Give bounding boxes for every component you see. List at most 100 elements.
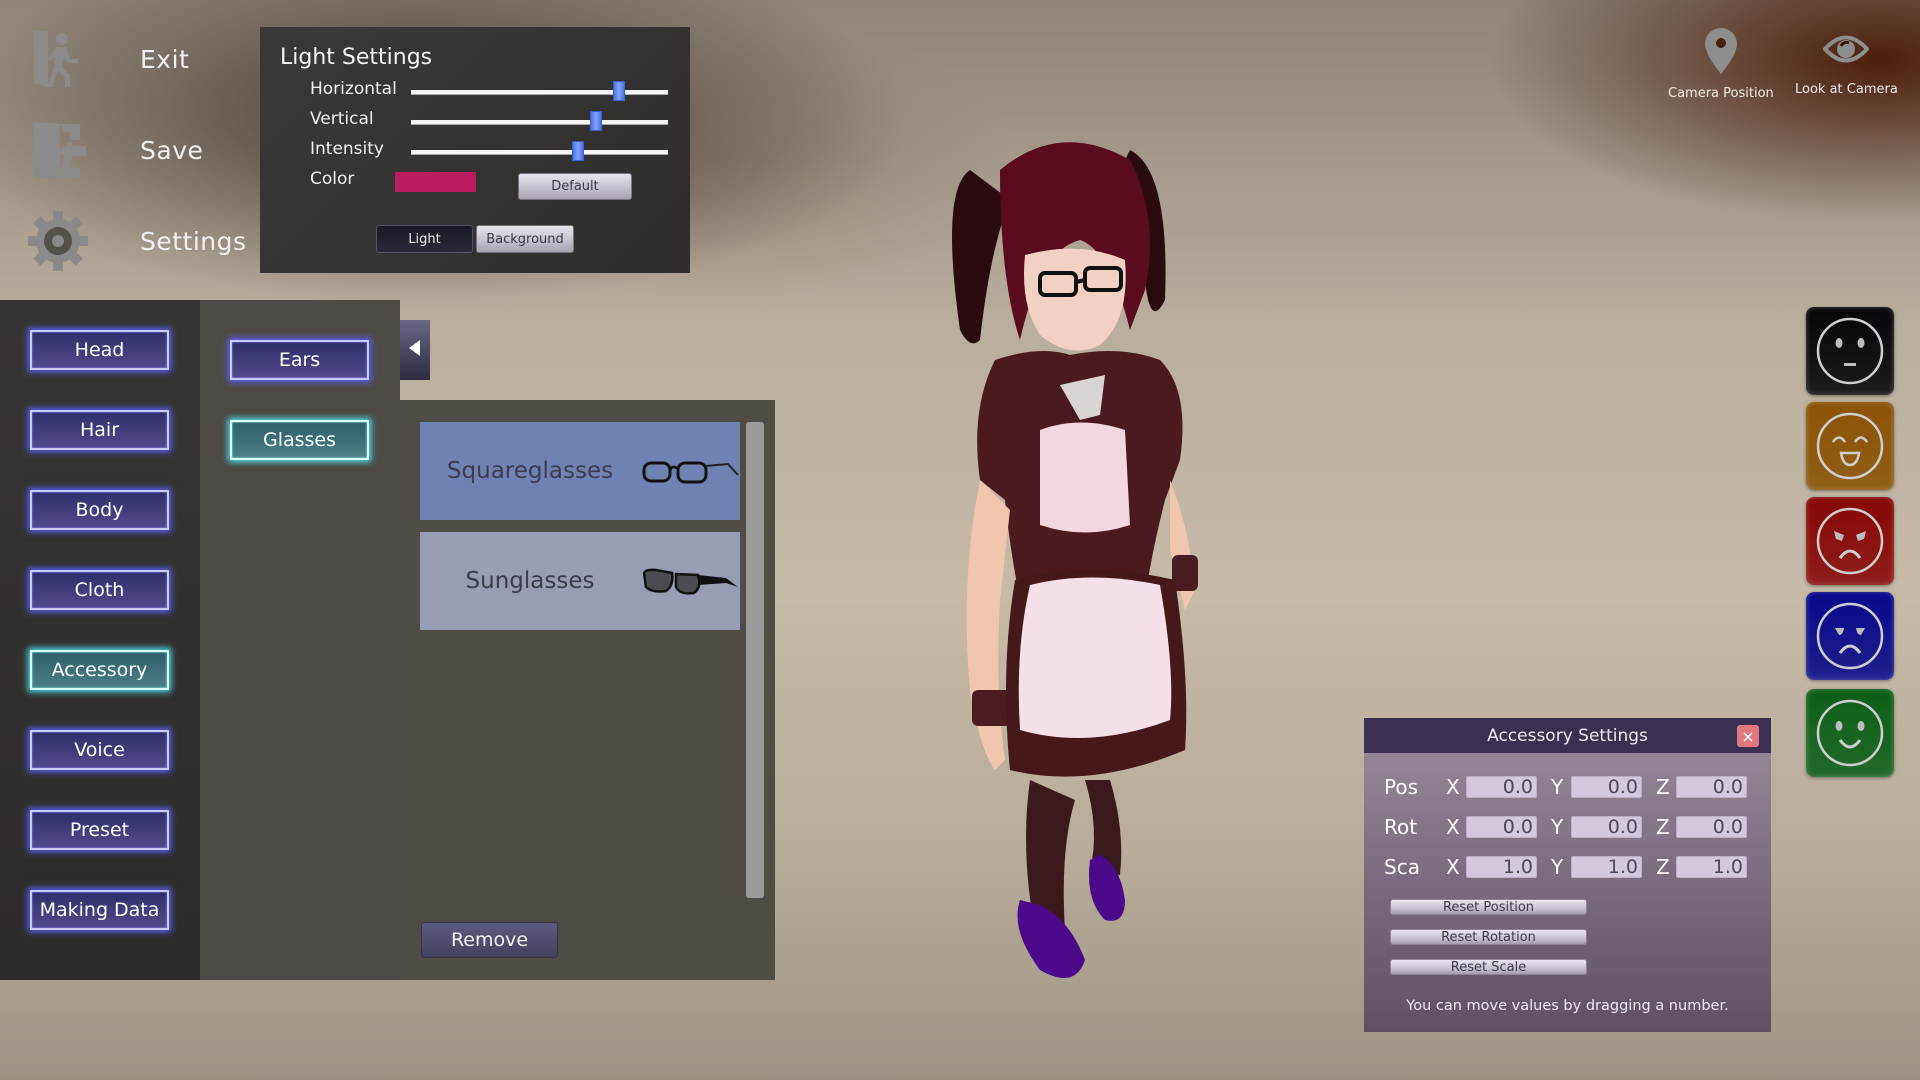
category-body[interactable]: Body [30, 490, 169, 530]
list-scrollbar[interactable] [746, 422, 764, 898]
character-wristband-right [1172, 555, 1198, 591]
rotation-row: Rot X 0.0 Y 0.0 Z 0.0 [1384, 815, 1761, 839]
category-preset[interactable]: Preset [30, 810, 169, 850]
rotation-y-field[interactable]: 0.0 [1571, 816, 1642, 838]
position-z-field[interactable]: 0.0 [1676, 776, 1747, 798]
character-wristband-left [972, 690, 1012, 726]
scale-y-field[interactable]: 1.0 [1571, 856, 1642, 878]
sunglasses-icon [640, 561, 740, 601]
intensity-slider[interactable] [411, 141, 668, 161]
axis-y-label: Y [1551, 775, 1564, 799]
vertical-slider-thumb[interactable] [590, 111, 603, 131]
emotion-happy-button[interactable] [1806, 402, 1894, 490]
intensity-label: Intensity [310, 139, 384, 159]
exit-label: Exit [140, 44, 190, 74]
subcategory-ears[interactable]: Ears [230, 340, 369, 380]
category-voice[interactable]: Voice [30, 730, 169, 770]
category-panel: Head Hair Body Cloth Accessory Voice Pre… [0, 300, 200, 980]
category-making-data[interactable]: Making Data [30, 890, 169, 930]
subcategory-panel: Ears Glasses [200, 300, 400, 980]
axis-x-label: X [1446, 855, 1460, 879]
category-hair[interactable]: Hair [30, 410, 169, 450]
emotion-neutral-button[interactable] [1806, 307, 1894, 395]
map-pin-icon [1704, 28, 1738, 78]
settings-label: Settings [140, 226, 247, 256]
reset-scale-button[interactable]: Reset Scale [1390, 959, 1587, 975]
horizontal-slider[interactable] [411, 81, 668, 101]
light-color-swatch[interactable] [395, 172, 476, 192]
emotion-sad-button[interactable] [1806, 592, 1894, 680]
triangle-left-icon [409, 340, 421, 360]
scale-row: Sca X 1.0 Y 1.0 Z 1.0 [1384, 855, 1761, 879]
category-cloth[interactable]: Cloth [30, 570, 169, 610]
subcategory-glasses[interactable]: Glasses [230, 420, 369, 460]
light-settings-title: Light Settings [280, 45, 433, 70]
category-accessory[interactable]: Accessory [30, 650, 169, 690]
horizontal-label: Horizontal [310, 79, 397, 99]
accessory-list-panel: Squareglasses Sunglasses Remove [400, 400, 775, 980]
rotation-z-field[interactable]: 0.0 [1676, 816, 1747, 838]
character-arm-left [966, 480, 1010, 770]
reset-position-button[interactable]: Reset Position [1390, 899, 1587, 915]
angry-face-icon [1816, 507, 1884, 575]
camera-position-label: Camera Position [1668, 86, 1774, 101]
light-settings-panel: Light Settings Horizontal Vertical Inten… [260, 27, 690, 273]
exit-icon [28, 29, 88, 89]
look-at-camera-label: Look at Camera [1795, 82, 1898, 97]
position-y-field[interactable]: 0.0 [1571, 776, 1642, 798]
list-item-squareglasses[interactable]: Squareglasses [420, 422, 740, 520]
scale-z-field[interactable]: 1.0 [1676, 856, 1747, 878]
look-at-camera-button[interactable]: Look at Camera [1795, 28, 1898, 97]
accessory-settings-header[interactable]: Accessory Settings [1364, 718, 1771, 753]
save-icon [28, 120, 88, 180]
position-row: Pos X 0.0 Y 0.0 Z 0.0 [1384, 775, 1761, 799]
rotation-label: Rot [1384, 815, 1418, 839]
axis-z-label: Z [1656, 775, 1670, 799]
accessory-settings-title: Accessory Settings [1487, 725, 1648, 746]
vertical-slider[interactable] [411, 111, 668, 131]
emotion-angry-button[interactable] [1806, 497, 1894, 585]
axis-x-label: X [1446, 775, 1460, 799]
horizontal-slider-thumb[interactable] [613, 81, 626, 101]
axis-y-label: Y [1551, 855, 1564, 879]
position-label: Pos [1384, 775, 1419, 799]
settings-button[interactable]: Settings [28, 211, 247, 271]
sad-face-icon [1816, 602, 1884, 670]
collapse-panel-button[interactable] [400, 320, 430, 380]
camera-position-button[interactable]: Camera Position [1668, 28, 1774, 101]
color-label: Color [310, 169, 355, 189]
item-name: Squareglasses [446, 458, 614, 484]
position-x-field[interactable]: 0.0 [1466, 776, 1537, 798]
vertical-label: Vertical [310, 109, 374, 129]
reset-rotation-button[interactable]: Reset Rotation [1390, 929, 1587, 945]
intensity-slider-thumb[interactable] [572, 141, 585, 161]
save-button[interactable]: Save [28, 120, 203, 180]
scale-label: Sca [1384, 855, 1420, 879]
axis-z-label: Z [1656, 855, 1670, 879]
default-button[interactable]: Default [518, 173, 632, 200]
character-face [1024, 248, 1126, 351]
light-tab[interactable]: Light [376, 225, 473, 253]
axis-x-label: X [1446, 815, 1460, 839]
scale-x-field[interactable]: 1.0 [1466, 856, 1537, 878]
emotion-smile-button[interactable] [1806, 689, 1894, 777]
item-name: Sunglasses [465, 568, 595, 594]
character-model[interactable] [900, 130, 1270, 990]
character-apron-skirt [1018, 577, 1172, 738]
rotation-x-field[interactable]: 0.0 [1466, 816, 1537, 838]
drag-hint-text: You can move values by dragging a number… [1406, 998, 1729, 1014]
smile-face-icon [1816, 699, 1884, 767]
category-head[interactable]: Head [30, 330, 169, 370]
accessory-settings-panel: Accessory Settings × Pos X 0.0 Y 0.0 Z 0… [1364, 718, 1771, 1032]
list-item-sunglasses[interactable]: Sunglasses [420, 532, 740, 630]
remove-button[interactable]: Remove [421, 922, 558, 958]
save-label: Save [140, 135, 204, 165]
close-button[interactable]: × [1737, 725, 1759, 747]
axis-z-label: Z [1656, 815, 1670, 839]
square-glasses-icon [640, 451, 740, 491]
axis-y-label: Y [1551, 815, 1564, 839]
close-icon: × [1741, 726, 1755, 746]
background-tab[interactable]: Background [476, 225, 574, 253]
happy-face-icon [1816, 412, 1884, 480]
exit-button[interactable]: Exit [28, 29, 189, 89]
